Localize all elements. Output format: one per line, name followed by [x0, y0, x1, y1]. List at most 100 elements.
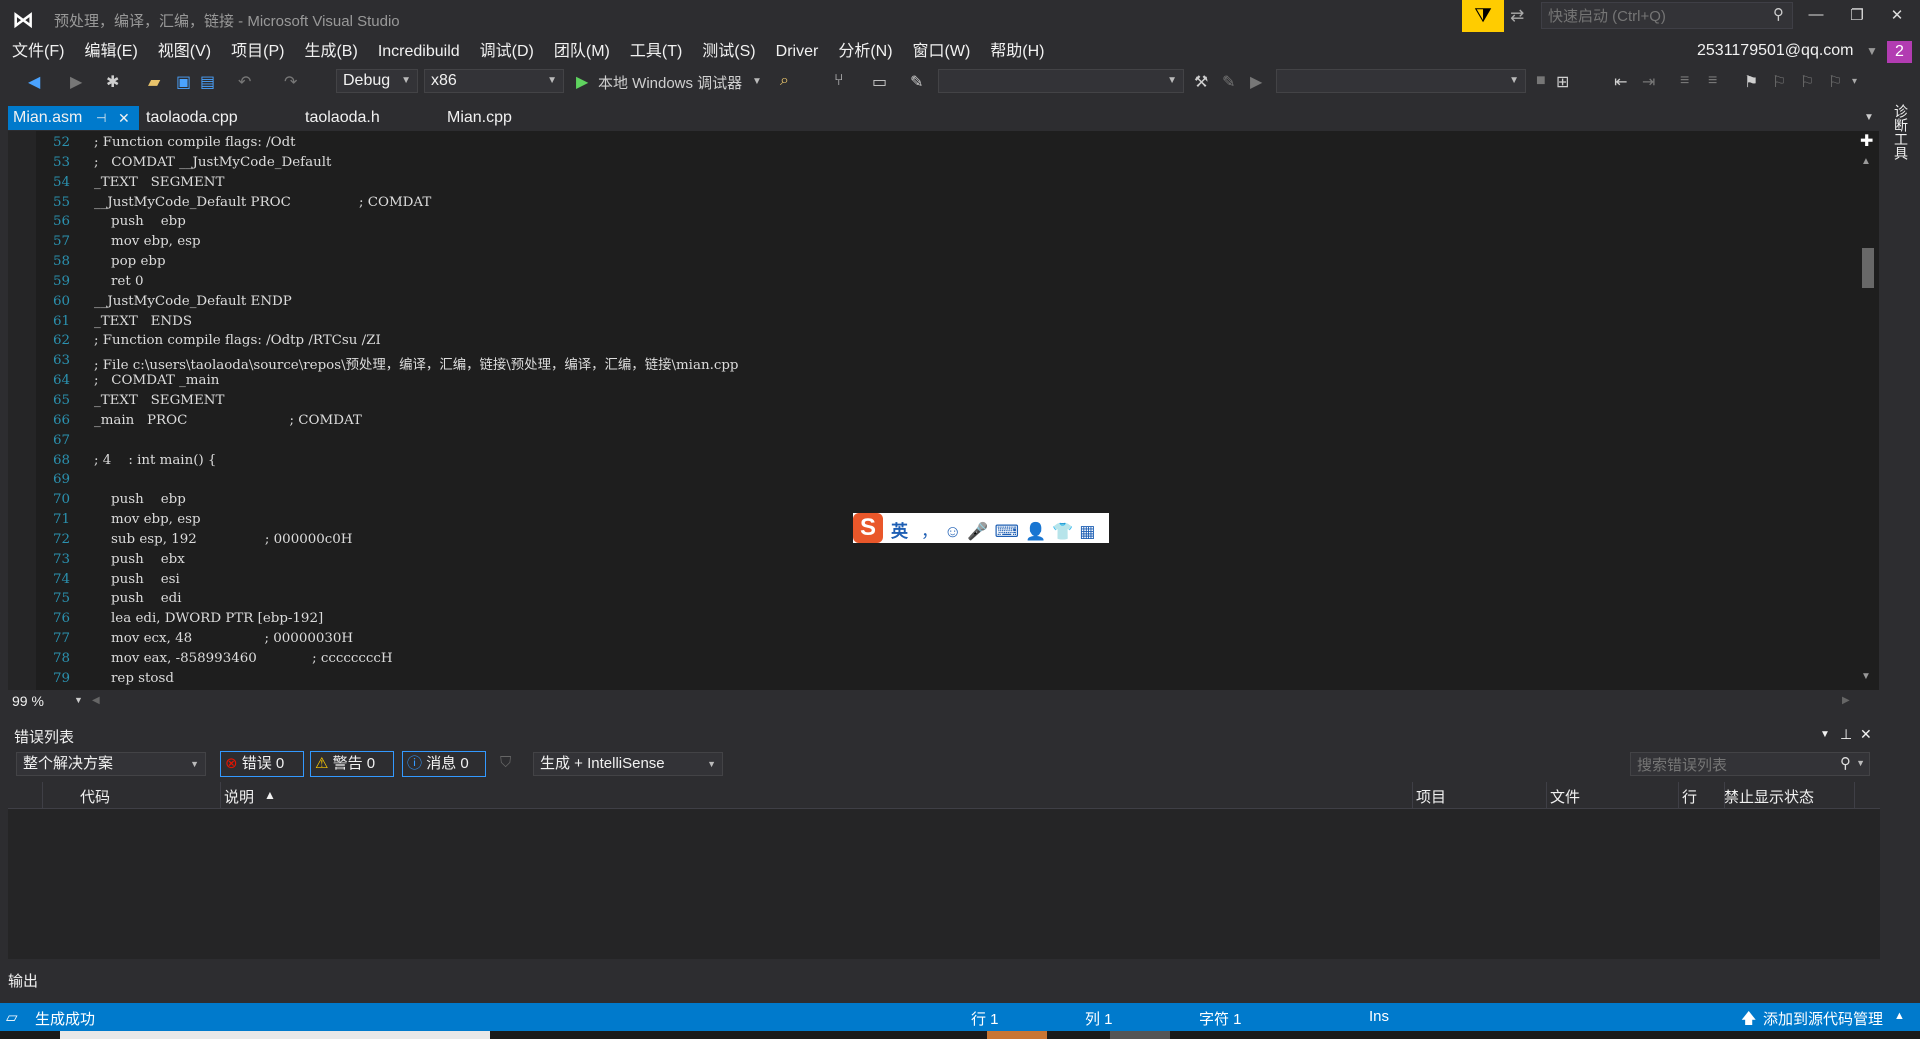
- indent-icon[interactable]: ≡: [1680, 72, 1689, 90]
- stop-icon[interactable]: ■: [1536, 72, 1546, 90]
- pin-icon[interactable]: ⊣: [96, 106, 106, 130]
- bookmark-icon[interactable]: ⚑: [1744, 72, 1758, 92]
- scroll-up-icon[interactable]: ▲: [1861, 156, 1871, 167]
- tab-taolaoda-cpp[interactable]: taolaoda.cpp: [146, 106, 238, 130]
- tab-mian-cpp[interactable]: Mian.cpp: [447, 106, 512, 130]
- column-suppression[interactable]: 禁止显示状态: [1724, 786, 1814, 807]
- notification-badge[interactable]: 2: [1887, 41, 1912, 63]
- new-project-icon[interactable]: ✱: [106, 72, 119, 92]
- menu-team[interactable]: 团队(M): [542, 40, 618, 64]
- scroll-right-icon[interactable]: ▶: [1842, 695, 1850, 706]
- menu-help[interactable]: 帮助(H): [978, 40, 1052, 64]
- chevron-up-icon[interactable]: ▲: [1894, 1010, 1905, 1022]
- ime-language-toggle[interactable]: 英: [891, 517, 908, 542]
- taskbar-app[interactable]: [60, 1031, 490, 1039]
- bookmark-next-icon[interactable]: ⇥: [1642, 72, 1655, 92]
- chevron-down-icon[interactable]: ▼: [1856, 758, 1865, 768]
- sogou-logo[interactable]: S: [853, 513, 883, 543]
- menu-tools[interactable]: 工具(T): [618, 40, 690, 64]
- configuration-dropdown[interactable]: Debug ▼: [336, 69, 418, 93]
- next-bookmark-icon[interactable]: ⚐: [1800, 72, 1814, 92]
- open-file-icon[interactable]: ▰: [148, 72, 160, 92]
- menu-build[interactable]: 生成(B): [292, 40, 365, 64]
- undo-icon[interactable]: ↶: [238, 72, 251, 92]
- menu-analyze[interactable]: 分析(N): [826, 40, 900, 64]
- menu-debug[interactable]: 调试(D): [468, 40, 542, 64]
- close-icon[interactable]: ✕: [118, 106, 130, 130]
- layout-icon[interactable]: ⊞: [1556, 72, 1569, 92]
- status-char[interactable]: 字符 1: [1199, 1008, 1242, 1029]
- redo-icon[interactable]: ↷: [284, 72, 297, 92]
- branch-icon[interactable]: ⑂: [834, 72, 844, 90]
- add-to-source-control[interactable]: 添加到源代码管理: [1763, 1008, 1883, 1029]
- format-icon[interactable]: ✎: [910, 72, 923, 92]
- account-name[interactable]: 2531179501@qq.com: [1697, 42, 1854, 60]
- start-debug-icon[interactable]: ▶: [576, 72, 588, 92]
- status-line[interactable]: 行 1: [971, 1008, 999, 1029]
- ime-toolbar[interactable]: S 英 ，☺🎤⌨👤👕▦: [853, 513, 1109, 543]
- forward-icon[interactable]: ▶: [70, 72, 82, 92]
- ime-tool-icons[interactable]: ，☺🎤⌨👤👕▦: [921, 517, 1101, 542]
- menu-edit[interactable]: 编辑(E): [72, 40, 145, 64]
- errors-filter-button[interactable]: ⊗ 错误 0: [220, 751, 304, 777]
- menu-file[interactable]: 文件(F): [0, 40, 72, 64]
- taskbar-app[interactable]: [1110, 1031, 1170, 1039]
- target-dropdown[interactable]: ▼: [1276, 69, 1526, 93]
- upload-icon[interactable]: 🡅: [1741, 1008, 1756, 1033]
- menu-window[interactable]: 窗口(W): [901, 40, 979, 64]
- menu-project[interactable]: 项目(P): [219, 40, 292, 64]
- vertical-scrollbar[interactable]: ✚ ▲ ▼: [1857, 131, 1879, 690]
- save-icon[interactable]: ▣: [176, 72, 191, 92]
- pin-icon[interactable]: ⊥: [1840, 726, 1852, 743]
- error-search-input[interactable]: [1631, 753, 1839, 777]
- column-code[interactable]: 代码: [80, 786, 110, 807]
- scope-dropdown[interactable]: 整个解决方案 ▼: [16, 752, 206, 776]
- scroll-down-icon[interactable]: ▼: [1861, 671, 1871, 682]
- menu-test[interactable]: 测试(S): [690, 40, 763, 64]
- column-line[interactable]: 行: [1682, 786, 1697, 807]
- error-search-box[interactable]: ⚲ ▼: [1630, 752, 1870, 777]
- attach-icon[interactable]: ⚒: [1194, 72, 1208, 92]
- bookmark-prev-icon[interactable]: ⇤: [1614, 72, 1627, 92]
- output-tab[interactable]: 输出: [8, 970, 38, 991]
- search-icon[interactable]: ⚲: [1840, 754, 1851, 772]
- outdent-icon[interactable]: ≡: [1708, 72, 1717, 90]
- quick-launch-input[interactable]: [1542, 3, 1760, 30]
- start-debug-label[interactable]: 本地 Windows 调试器: [598, 72, 742, 93]
- scroll-left-icon[interactable]: ◀: [92, 695, 100, 706]
- save-all-icon[interactable]: ▤: [200, 72, 215, 92]
- solution-config-dropdown[interactable]: ▼: [938, 69, 1184, 93]
- chevron-down-icon[interactable]: ▼: [752, 76, 762, 87]
- tab-overflow-icon[interactable]: ▼: [1864, 106, 1874, 130]
- pencil-icon[interactable]: ✎: [1222, 72, 1235, 92]
- status-insert-mode[interactable]: Ins: [1369, 1008, 1389, 1025]
- menu-driver[interactable]: Driver: [764, 40, 827, 64]
- tab-taolaoda-h[interactable]: taolaoda.h: [305, 106, 380, 130]
- filter-icon[interactable]: ⛉: [500, 754, 511, 771]
- toolbar-overflow-icon[interactable]: ▾: [1852, 76, 1857, 87]
- back-icon[interactable]: ◀: [28, 72, 40, 92]
- restore-button[interactable]: ❐: [1840, 6, 1874, 28]
- messages-filter-button[interactable]: ⓘ 消息 0: [402, 751, 486, 777]
- code-editor[interactable]: 52 ; Function compile flags: /Odt 53 ; COMD…: [8, 131, 1858, 690]
- feedback-icon[interactable]: ⇄: [1510, 6, 1524, 26]
- build-source-dropdown[interactable]: 生成 + IntelliSense ▼: [533, 752, 723, 776]
- zoom-level[interactable]: 99 %: [12, 693, 44, 709]
- tab-mian-asm[interactable]: Mian.asm ⊣ ✕: [8, 106, 139, 130]
- error-list-body[interactable]: [8, 809, 1880, 959]
- scrollbar-thumb[interactable]: [1862, 248, 1874, 288]
- column-description[interactable]: 说明: [224, 786, 254, 807]
- split-icon[interactable]: ✚: [1860, 131, 1873, 151]
- warnings-filter-button[interactable]: ⚠ 警告 0: [310, 751, 394, 777]
- close-icon[interactable]: ✕: [1860, 726, 1872, 743]
- clear-bookmarks-icon[interactable]: ⚐: [1828, 72, 1842, 92]
- prev-bookmark-icon[interactable]: ⚐: [1772, 72, 1786, 92]
- diagnostic-tools-side-tab[interactable]: 诊断工具: [1889, 104, 1911, 160]
- chevron-down-icon[interactable]: ▼: [1866, 44, 1878, 58]
- feedback-filter-icon[interactable]: ⧩: [1462, 0, 1504, 32]
- menu-view[interactable]: 视图(V): [146, 40, 219, 64]
- quick-launch-box[interactable]: ⚲: [1541, 2, 1793, 30]
- minimize-button[interactable]: —: [1799, 6, 1833, 28]
- search-icon[interactable]: ⚲: [1773, 5, 1784, 23]
- find-in-files-icon[interactable]: ⌕: [780, 72, 789, 90]
